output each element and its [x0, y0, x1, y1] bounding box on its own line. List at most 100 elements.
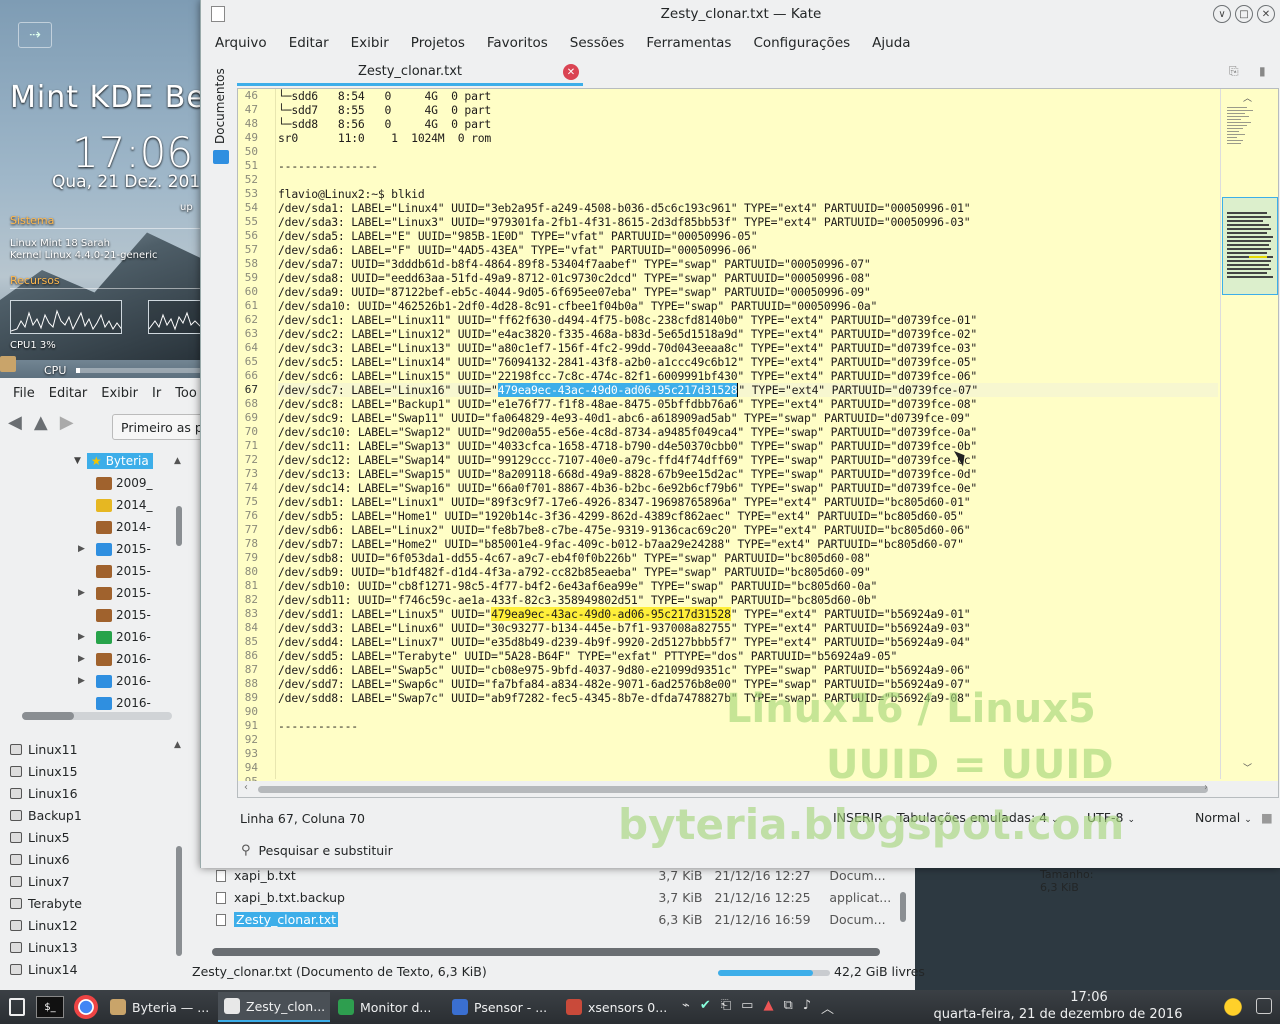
- tree-item[interactable]: ▶ 2016-: [8, 626, 190, 648]
- kate-menu-item[interactable]: Ajuda: [872, 35, 910, 51]
- tree-item[interactable]: 2014_: [8, 494, 190, 516]
- tree-item[interactable]: ▶ 2016-: [8, 670, 190, 692]
- taskbar-clock[interactable]: 17:06: [1034, 990, 1144, 1005]
- chevron-right-icon[interactable]: ▶: [78, 676, 92, 686]
- tree-scrollbar-thumb[interactable]: [176, 506, 182, 546]
- paste-icon[interactable]: ⎗: [721, 998, 731, 1017]
- editor-hscroll[interactable]: ‹ ›: [238, 781, 1278, 797]
- maximize-icon[interactable]: □: [1235, 5, 1253, 23]
- kate-menu-item[interactable]: Favoritos: [487, 35, 548, 51]
- tab-menu-icon[interactable]: ▮: [1259, 64, 1266, 78]
- tree-hscroll-thumb[interactable]: [22, 712, 74, 720]
- places-item[interactable]: Backup1: [0, 804, 180, 826]
- location-button[interactable]: Primeiro as pa: [112, 414, 212, 440]
- notification-icon[interactable]: ▲: [763, 998, 773, 1017]
- file-scrollbar-thumb[interactable]: [900, 892, 906, 922]
- chevron-up-icon[interactable]: ▲: [174, 740, 184, 750]
- kate-titlebar[interactable]: Zesty_clonar.txt — Kate ∨ □ ✕: [201, 0, 1280, 28]
- file-name[interactable]: xapi_b.txt.backup: [206, 890, 628, 905]
- tree-item[interactable]: 2014-: [8, 516, 190, 538]
- tab-close-icon[interactable]: ✕: [563, 64, 579, 80]
- application-launcher-icon[interactable]: [2, 992, 32, 1022]
- dolphin-menu-go[interactable]: Ir: [145, 386, 168, 401]
- file-row[interactable]: Zesty_clonar.txt 6,3 KiB 21/12/16 16:59 Doc…: [206, 908, 906, 930]
- expand-tray-icon[interactable]: ︿: [821, 998, 834, 1017]
- places-item[interactable]: Linux16: [0, 782, 180, 804]
- split-view-icon[interactable]: ⎘: [1229, 64, 1239, 79]
- back-icon[interactable]: ◀: [8, 412, 22, 433]
- tree-hscroll[interactable]: [22, 712, 172, 720]
- tree-item[interactable]: 2015-: [8, 560, 190, 582]
- tree-item[interactable]: ▶ 2015-: [8, 582, 190, 604]
- dolphin-menu-tools[interactable]: Too: [168, 386, 204, 401]
- file-row[interactable]: xapi_b.txt.backup 3,7 KiB 21/12/16 12:25 ap…: [206, 886, 906, 908]
- tree-item[interactable]: 2015-: [8, 604, 190, 626]
- update-shield-icon[interactable]: ✔: [700, 998, 711, 1017]
- kate-menu-item[interactable]: Arquivo: [215, 35, 267, 51]
- kate-menu-item[interactable]: Projetos: [411, 35, 465, 51]
- minimize-icon[interactable]: ∨: [1213, 5, 1231, 23]
- usb-icon[interactable]: ⌁: [682, 998, 690, 1017]
- tree-item[interactable]: 2009_: [8, 472, 190, 494]
- forward-icon[interactable]: ▶: [60, 412, 74, 433]
- minimap-scrollbar[interactable]: ︿ ﹀: [1220, 89, 1278, 779]
- places-item[interactable]: Linux11: [0, 738, 180, 760]
- cursor-position[interactable]: Linha 67, Coluna 70: [240, 811, 365, 826]
- documents-sidetab[interactable]: Documentos: [211, 62, 235, 172]
- places-item[interactable]: Linux13: [0, 936, 180, 958]
- kate-menu-item[interactable]: Editar: [289, 35, 329, 51]
- clipboard-icon[interactable]: ⧉: [783, 998, 792, 1017]
- task-monitor[interactable]: Monitor d...: [332, 992, 444, 1022]
- places-item[interactable]: Linux14: [0, 958, 180, 978]
- task-kate[interactable]: Zesty_clon...: [218, 992, 330, 1022]
- task-dolphin[interactable]: Byteria — ...: [104, 992, 216, 1022]
- chevron-down-icon[interactable]: ▼: [74, 456, 81, 466]
- desktop-toolbox-icon[interactable]: ⇢: [18, 22, 52, 48]
- kate-menu-item[interactable]: Configurações: [753, 35, 850, 51]
- places-item[interactable]: Linux15: [0, 760, 180, 782]
- dolphin-menu-file[interactable]: File: [6, 386, 42, 401]
- places-item[interactable]: Terabyte: [0, 892, 180, 914]
- task-xsensors[interactable]: xsensors 0...: [560, 992, 672, 1022]
- dolphin-menu-edit[interactable]: Editar: [42, 386, 95, 401]
- task-psensor[interactable]: Psensor - ...: [446, 992, 558, 1022]
- up-icon[interactable]: ▲: [34, 412, 48, 433]
- display-icon[interactable]: ▭: [741, 998, 753, 1017]
- tab-zesty[interactable]: Zesty_clonar.txt ✕: [237, 60, 583, 86]
- chevron-left-icon[interactable]: ‹: [244, 782, 248, 793]
- places-item[interactable]: Linux7: [0, 870, 180, 892]
- chevron-down-icon[interactable]: ﹀: [1243, 761, 1252, 774]
- tree-root[interactable]: ▼ ★ Byteria: [8, 450, 190, 472]
- chevron-right-icon[interactable]: ›: [1204, 782, 1208, 793]
- minimap-viewport[interactable]: [1222, 197, 1278, 295]
- chrome-launcher-icon[interactable]: [74, 995, 98, 1019]
- chevron-up-icon[interactable]: ▲: [174, 456, 184, 466]
- places-scrollbar[interactable]: ▲: [174, 740, 184, 970]
- search-replace-toggle[interactable]: ⚲ Pesquisar e substituir: [241, 838, 393, 862]
- places-scrollbar-thumb[interactable]: [176, 846, 182, 956]
- close-icon[interactable]: ✕: [1257, 5, 1275, 23]
- kate-menu-item[interactable]: Ferramentas: [646, 35, 731, 51]
- places-item[interactable]: Linux12: [0, 914, 180, 936]
- chevron-right-icon[interactable]: ▶: [78, 588, 92, 598]
- places-item[interactable]: Linux6: [0, 848, 180, 870]
- weather-sun-icon[interactable]: [1220, 994, 1246, 1020]
- tree-item[interactable]: ▶ 2015-: [8, 538, 190, 560]
- file-name[interactable]: Zesty_clonar.txt: [206, 911, 628, 927]
- lock-icon[interactable]: ■: [1261, 810, 1273, 825]
- tree-item[interactable]: ▶ 2016-: [8, 648, 190, 670]
- show-desktop-icon[interactable]: [1256, 998, 1272, 1014]
- volume-icon[interactable]: ♪: [803, 998, 811, 1017]
- file-hscroll[interactable]: [212, 948, 880, 956]
- chevron-right-icon[interactable]: ▶: [78, 544, 92, 554]
- kate-menu-item[interactable]: Exibir: [351, 35, 389, 51]
- places-item[interactable]: Linux5: [0, 826, 180, 848]
- file-name[interactable]: xapi_b.txt: [206, 868, 628, 883]
- chevron-right-icon[interactable]: ▶: [78, 632, 92, 642]
- tree-scrollbar[interactable]: ▲: [174, 456, 184, 710]
- highlight-mode[interactable]: Normal ⌄: [1195, 810, 1252, 825]
- terminal-launcher-icon[interactable]: $_: [36, 996, 64, 1018]
- tree-root-selected[interactable]: ★ Byteria: [86, 453, 153, 469]
- dolphin-menu-view[interactable]: Exibir: [94, 386, 145, 401]
- kate-menu-item[interactable]: Sessões: [570, 35, 625, 51]
